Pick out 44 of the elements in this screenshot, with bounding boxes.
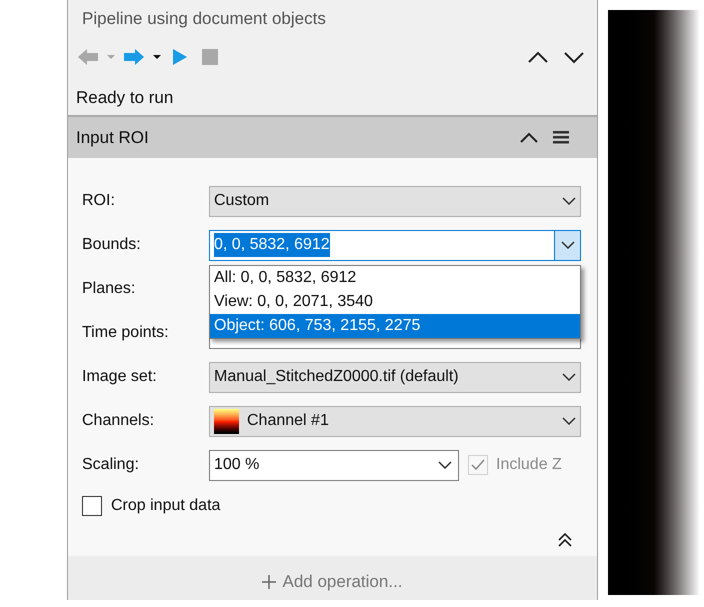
input-value: 100 %	[214, 455, 260, 475]
list-option[interactable]: Object: 606, 753, 2155, 2275	[210, 314, 580, 338]
chevron-down-icon	[562, 373, 576, 381]
dropdown-arrow-button[interactable]	[554, 230, 580, 260]
field-label: Bounds:	[82, 235, 142, 255]
checkbox[interactable]	[82, 496, 102, 516]
field-label: ROI:	[82, 191, 116, 211]
checkbox-label: Crop input data	[111, 496, 220, 516]
dropdown[interactable]: Custom	[209, 186, 581, 216]
panel-title: Pipeline using document objects	[81, 8, 327, 30]
plus-icon	[262, 575, 276, 589]
field-label: Image set:	[82, 367, 158, 387]
chevron-up-icon	[528, 50, 548, 64]
chevron-down-icon	[560, 241, 574, 249]
field-label: Channels:	[82, 411, 156, 431]
checkbox-label: Include Z	[496, 455, 562, 475]
field-label: Scaling:	[82, 455, 140, 475]
section-title: Input ROI	[76, 126, 150, 149]
menu-icon	[553, 131, 569, 144]
dropdown[interactable]: Manual_StitchedZ0000.tif (default)	[209, 362, 581, 392]
combo-box[interactable]: 100 %	[209, 450, 459, 480]
dropdown[interactable]: Channel #1	[209, 406, 581, 436]
double-chevron-up-icon	[558, 533, 572, 547]
color-swatch-icon	[214, 408, 239, 434]
combo-box[interactable]: 0, 0, 5832, 6912	[209, 230, 581, 260]
list-option[interactable]: All: 0, 0, 5832, 6912	[210, 266, 580, 290]
list-option[interactable]: View: 0, 0, 2071, 3540	[210, 290, 580, 314]
caret-icon	[153, 54, 161, 60]
chevron-up-icon	[520, 132, 538, 144]
input-value: 0, 0, 5832, 6912	[214, 233, 330, 257]
arrow-right-icon	[123, 48, 145, 66]
chevron-down-icon	[562, 197, 576, 205]
stop-icon	[202, 49, 218, 66]
checkmark-icon	[471, 459, 485, 471]
chevron-down-icon	[438, 461, 452, 469]
field-label: Time points:	[82, 323, 170, 343]
field-label: Planes:	[82, 279, 136, 299]
arrow-left-icon	[77, 48, 99, 66]
chevron-down-icon	[562, 417, 576, 425]
caret-icon	[107, 54, 115, 60]
play-icon	[172, 48, 188, 66]
status-text: Ready to run	[75, 87, 174, 110]
chevron-down-icon	[564, 50, 584, 64]
add-operation-button[interactable]: Add operation...	[262, 569, 403, 595]
